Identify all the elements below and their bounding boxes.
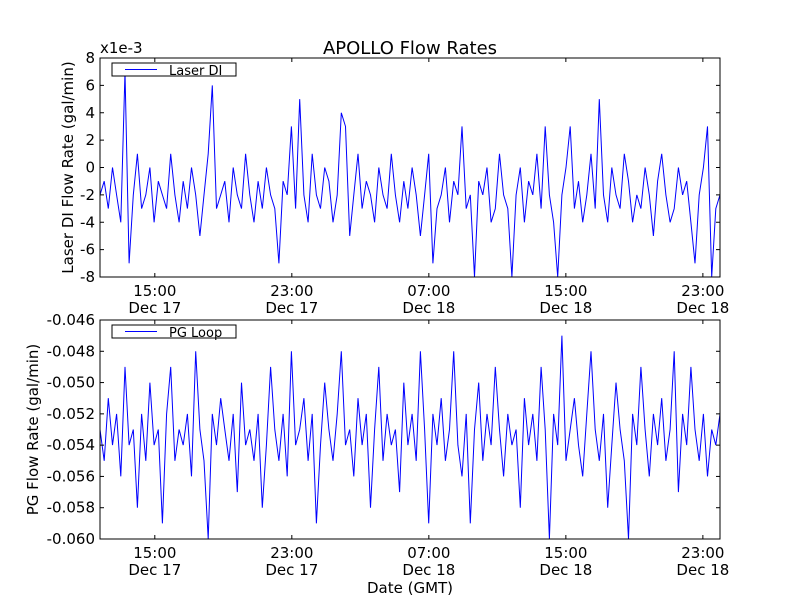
y-tick-label: -0.060 (47, 530, 95, 548)
y-tick-label: -0.052 (47, 405, 95, 423)
x-tick-time-label: 23:00 (681, 544, 724, 562)
legend-label: PG Loop (169, 326, 222, 341)
y-tick-label: -0.054 (47, 436, 95, 454)
figure: APOLLO Flow Rates x1e-3 8 6 4 2 0 -2 -4 -6 -8 15:… (0, 0, 800, 600)
y-axis-label: Laser DI Flow Rate (gal/min) (59, 61, 77, 273)
y-tick-label: -8 (80, 268, 95, 286)
x-tick-date-label: Dec 18 (402, 561, 455, 579)
y-tick-label: 2 (85, 131, 95, 149)
y-tick-label: -4 (80, 213, 95, 231)
x-tick-time-label: 07:00 (407, 544, 450, 562)
y-tick-label: -0.046 (47, 311, 95, 329)
x-tick-date-label: Dec 18 (676, 561, 729, 579)
x-tick-date-label: Dec 18 (676, 299, 729, 317)
chart-title: APOLLO Flow Rates (323, 38, 497, 59)
x-tick-time-label: 15:00 (544, 282, 587, 300)
y-tick-label: 4 (85, 104, 95, 122)
x-tick-time-label: 23:00 (270, 544, 313, 562)
y-tick-label: -0.058 (47, 499, 95, 517)
x-tick-date-label: Dec 18 (539, 299, 592, 317)
y-tick-label: -2 (80, 186, 95, 204)
x-tick-time-label: 15:00 (133, 282, 176, 300)
x-tick-date-label: Dec 18 (402, 299, 455, 317)
legend-label: Laser DI (169, 64, 222, 79)
y-tick-label: 8 (85, 49, 95, 67)
x-tick-time-label: 23:00 (681, 282, 724, 300)
x-tick-time-label: 07:00 (407, 282, 450, 300)
x-tick-date-label: Dec 17 (128, 561, 181, 579)
x-tick-time-label: 15:00 (544, 544, 587, 562)
x-tick-date-label: Dec 17 (265, 561, 318, 579)
x-axis-label: Date (GMT) (367, 579, 453, 597)
y-multiplier-label: x1e-3 (100, 39, 143, 57)
y-tick-label: -6 (80, 241, 95, 259)
x-tick-date-label: Dec 17 (265, 299, 318, 317)
y-tick-label: 6 (85, 76, 95, 94)
x-tick-date-label: Dec 18 (539, 561, 592, 579)
y-tick-label: -0.048 (47, 342, 95, 360)
x-tick-time-label: 23:00 (270, 282, 313, 300)
x-tick-time-label: 15:00 (133, 544, 176, 562)
y-tick-label: 0 (85, 159, 95, 177)
y-axis-label: PG Flow Rate (gal/min) (24, 344, 42, 516)
x-tick-date-label: Dec 17 (128, 299, 181, 317)
y-tick-label: -0.050 (47, 374, 95, 392)
y-tick-label: -0.056 (47, 467, 95, 485)
